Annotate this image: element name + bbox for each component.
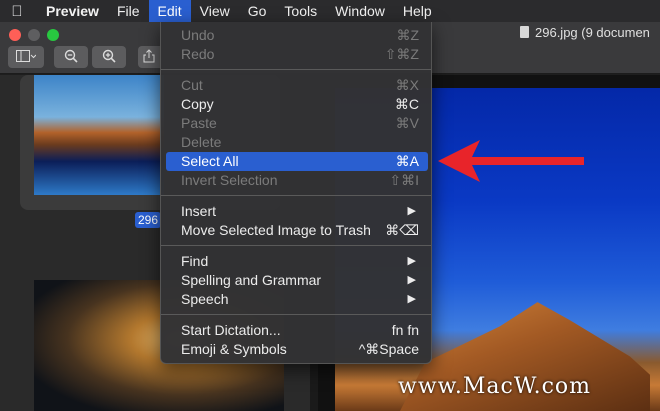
- menu-item-find[interactable]: Find ▶: [166, 252, 428, 271]
- menu-help[interactable]: Help: [394, 0, 441, 22]
- menu-view[interactable]: View: [191, 0, 239, 22]
- submenu-arrow-icon: ▶: [407, 205, 416, 217]
- menu-item-insert[interactable]: Insert ▶: [166, 202, 428, 221]
- menu-item-copy[interactable]: Copy ⌘C: [166, 95, 428, 114]
- submenu-arrow-icon: ▶: [407, 255, 416, 267]
- menu-item-delete: Delete: [181, 134, 222, 150]
- menu-tools[interactable]: Tools: [275, 0, 326, 22]
- sidebar-icon: [16, 49, 37, 65]
- zoom-in-icon: [102, 49, 116, 66]
- menu-item-start-dictation[interactable]: Start Dictation... fn fn: [166, 321, 428, 340]
- menu-separator: [161, 69, 431, 70]
- document-title: 296.jpg (9 documen: [520, 25, 650, 40]
- menu-edit[interactable]: Edit: [148, 0, 191, 22]
- menu-item-spelling-grammar[interactable]: Spelling and Grammar ▶: [166, 271, 428, 290]
- edit-menu-dropdown: Undo ⌘Z Redo ⇧⌘Z Cut ⌘X Copy ⌘C Paste ⌘V…: [160, 22, 432, 364]
- zoom-out-button[interactable]: [54, 46, 88, 68]
- menu-item-paste: Paste ⌘V: [181, 115, 419, 131]
- thumbnail-label[interactable]: 296: [135, 212, 162, 228]
- thumbnail-image-296[interactable]: [34, 75, 164, 195]
- menu-item-speech[interactable]: Speech ▶: [166, 290, 428, 309]
- menu-bar:  Preview File Edit View Go Tools Window…: [0, 0, 660, 22]
- menu-separator: [161, 195, 431, 196]
- zoom-in-button[interactable]: [92, 46, 126, 68]
- menu-item-cut: Cut ⌘X: [181, 77, 419, 93]
- menu-separator: [161, 245, 431, 246]
- menu-go[interactable]: Go: [239, 0, 276, 22]
- menu-item-emoji-symbols[interactable]: Emoji & Symbols ^⌘Space: [166, 340, 428, 359]
- menu-file[interactable]: File: [108, 0, 149, 22]
- menu-item-undo: Undo ⌘Z: [181, 27, 419, 43]
- share-button[interactable]: [138, 46, 160, 68]
- menu-separator: [161, 314, 431, 315]
- menu-item-redo: Redo ⇧⌘Z: [181, 46, 419, 62]
- close-window-button[interactable]: [9, 29, 21, 41]
- zoom-window-button[interactable]: [47, 29, 59, 41]
- share-icon: [143, 48, 155, 66]
- menu-window[interactable]: Window: [326, 0, 394, 22]
- sidebar-toggle-button[interactable]: [8, 46, 44, 68]
- submenu-arrow-icon: ▶: [407, 293, 416, 305]
- apple-menu-icon[interactable]: : [0, 3, 34, 20]
- menu-app-preview[interactable]: Preview: [34, 0, 108, 22]
- zoom-out-icon: [64, 49, 78, 66]
- minimize-window-button[interactable]: [28, 29, 40, 41]
- menu-item-invert-selection: Invert Selection ⇧⌘I: [181, 172, 419, 188]
- submenu-arrow-icon: ▶: [407, 274, 416, 286]
- red-arrow-annotation: [438, 140, 584, 182]
- menu-item-select-all[interactable]: Select All ⌘A: [166, 152, 428, 171]
- menu-item-move-to-trash[interactable]: Move Selected Image to Trash ⌘⌫: [166, 221, 428, 240]
- watermark-text: www.MacW.com: [398, 374, 592, 399]
- document-icon: [520, 26, 529, 38]
